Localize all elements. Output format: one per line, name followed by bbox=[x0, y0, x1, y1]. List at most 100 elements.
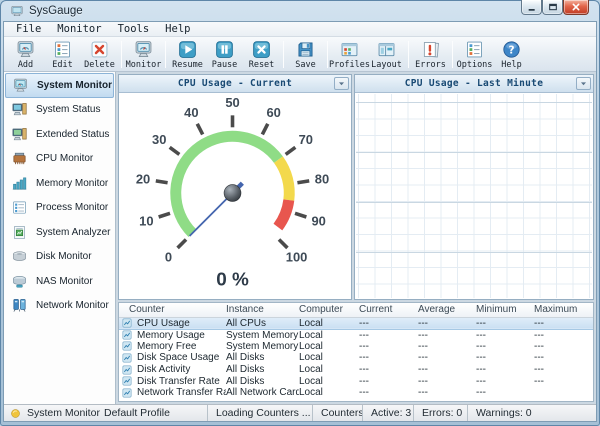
counter-name-cell: Memory Usage bbox=[119, 329, 226, 341]
counter-icon bbox=[122, 341, 132, 351]
maximize-button[interactable] bbox=[542, 0, 563, 15]
toolbar-button-monitor[interactable]: Monitor bbox=[126, 39, 161, 70]
toolbar-button-errors[interactable]: Errors bbox=[413, 39, 448, 70]
column-header-current[interactable]: Current bbox=[359, 303, 418, 317]
main-area: System MonitorSystem StatusExtended Stat… bbox=[4, 72, 596, 404]
sidebar-item-system-monitor[interactable]: System Monitor bbox=[5, 73, 114, 98]
counters-table-panel: CounterInstanceComputerCurrentAverageMin… bbox=[118, 302, 594, 402]
table-cell: --- bbox=[476, 375, 534, 387]
column-header-maximum[interactable]: Maximum bbox=[534, 303, 594, 317]
table-cell: --- bbox=[359, 375, 418, 387]
toolbar-button-layout[interactable]: Layout bbox=[369, 39, 404, 70]
table-cell: Local bbox=[299, 364, 359, 376]
column-header-computer[interactable]: Computer bbox=[299, 303, 359, 317]
cpu-usage-gauge: 01020304050607080901000 % bbox=[119, 93, 351, 299]
toolbar-button-save[interactable]: Save bbox=[288, 39, 323, 70]
table-row-memory-usage[interactable]: Memory UsageSystem MemoryLocal----------… bbox=[119, 329, 594, 341]
minimize-button[interactable] bbox=[521, 0, 542, 15]
network-monitor-icon bbox=[11, 297, 28, 314]
toolbar-button-reset[interactable]: Reset bbox=[244, 39, 279, 70]
disk-monitor-icon bbox=[11, 248, 28, 265]
sidebar-item-extended-status[interactable]: Extended Status bbox=[4, 122, 115, 147]
table-cell: --- bbox=[418, 375, 476, 387]
sidebar-item-label: Process Monitor bbox=[36, 202, 108, 213]
toolbar-button-edit[interactable]: Edit bbox=[45, 39, 80, 70]
sidebar-item-memory-monitor[interactable]: Memory Monitor bbox=[4, 171, 115, 196]
sidebar-item-label: Network Monitor bbox=[36, 300, 109, 311]
sidebar-item-system-analyzer[interactable]: System Analyzer bbox=[4, 220, 115, 245]
menu-item-monitor[interactable]: Monitor bbox=[49, 23, 109, 35]
table-row-memory-free[interactable]: Memory FreeSystem MemoryLocal-----------… bbox=[119, 341, 594, 353]
counter-name-cell: Network Transfer Rate bbox=[119, 387, 226, 399]
table-row-disk-activity[interactable]: Disk ActivityAll DisksLocal------------ bbox=[119, 364, 594, 376]
menu-bar: FileMonitorToolsHelp bbox=[4, 22, 596, 37]
sidebar-item-process-monitor[interactable]: Process Monitor bbox=[4, 196, 115, 221]
sidebar-item-nas-monitor[interactable]: NAS Monitor bbox=[4, 269, 115, 294]
toolbar-button-delete[interactable]: Delete bbox=[82, 39, 117, 70]
toolbar: AddEditDelete Monitor ResumePauseReset Save… bbox=[4, 37, 596, 72]
table-cell: All Disks bbox=[226, 352, 299, 364]
table-cell: --- bbox=[418, 329, 476, 341]
sidebar-item-cpu-monitor[interactable]: CPU Monitor bbox=[4, 147, 115, 172]
counter-icon bbox=[122, 330, 132, 340]
toolbar-button-label: Monitor bbox=[126, 60, 162, 70]
table-cell: --- bbox=[476, 341, 534, 353]
sidebar-item-disk-monitor[interactable]: Disk Monitor bbox=[4, 245, 115, 270]
table-cell: System Memory bbox=[226, 329, 299, 341]
menu-item-file[interactable]: File bbox=[8, 23, 49, 35]
table-cell: --- bbox=[418, 352, 476, 364]
system-status-icon bbox=[11, 101, 28, 118]
chart-panel-menu-button[interactable] bbox=[576, 77, 591, 90]
toolbar-button-options[interactable]: Options bbox=[457, 39, 492, 70]
toolbar-button-profiles[interactable]: Profiles bbox=[332, 39, 367, 70]
table-row-cpu-usage[interactable]: CPU UsageAll CPUsLocal------------ bbox=[119, 317, 594, 329]
toolbar-button-pause[interactable]: Pause bbox=[207, 39, 242, 70]
delete-icon bbox=[89, 39, 110, 60]
toolbar-separator bbox=[283, 41, 284, 68]
sidebar-item-label: System Analyzer bbox=[36, 227, 110, 238]
svg-text:100: 100 bbox=[286, 250, 308, 265]
toolbar-button-label: Help bbox=[501, 60, 521, 70]
nas-monitor-icon bbox=[11, 273, 28, 290]
chart-panel-header: CPU Usage - Last Minute bbox=[355, 75, 593, 93]
status-active: Active: 3 bbox=[362, 405, 413, 421]
table-row-disk-space-usage[interactable]: Disk Space UsageAll DisksLocal----------… bbox=[119, 352, 594, 364]
window-title: SysGauge bbox=[29, 5, 83, 17]
chart-panel-body bbox=[355, 93, 593, 299]
svg-text:10: 10 bbox=[139, 213, 153, 228]
table-cell: --- bbox=[476, 317, 534, 329]
table-row-network-transfer-rate[interactable]: Network Transfer RateAll Network CardsLo… bbox=[119, 387, 594, 399]
table-cell: --- bbox=[418, 317, 476, 329]
column-header-counter[interactable]: Counter bbox=[119, 303, 226, 317]
table-cell: System Memory bbox=[226, 341, 299, 353]
svg-text:80: 80 bbox=[315, 171, 329, 186]
toolbar-button-help[interactable]: ?Help bbox=[494, 39, 529, 70]
menu-item-tools[interactable]: Tools bbox=[110, 23, 158, 35]
table-row-disk-transfer-rate[interactable]: Disk Transfer RateAll DisksLocal--------… bbox=[119, 375, 594, 387]
close-button[interactable] bbox=[563, 0, 589, 15]
column-header-minimum[interactable]: Minimum bbox=[476, 303, 534, 317]
menu-item-help[interactable]: Help bbox=[157, 23, 198, 35]
column-header-average[interactable]: Average bbox=[418, 303, 476, 317]
sidebar-item-network-monitor[interactable]: Network Monitor bbox=[4, 294, 115, 319]
counter-name: Memory Free bbox=[137, 341, 196, 352]
table-cell: Local bbox=[299, 387, 359, 399]
sidebar-item-label: Memory Monitor bbox=[36, 178, 108, 189]
status-ok-icon bbox=[10, 408, 21, 419]
table-cell: --- bbox=[359, 364, 418, 376]
table-cell: --- bbox=[534, 317, 594, 329]
status-text: Errors: 0 bbox=[422, 407, 462, 419]
table-cell: --- bbox=[534, 375, 594, 387]
toolbar-button-resume[interactable]: Resume bbox=[170, 39, 205, 70]
title-bar[interactable]: SysGauge bbox=[3, 1, 597, 21]
sidebar-item-system-status[interactable]: System Status bbox=[4, 98, 115, 123]
chevron-down-icon bbox=[579, 79, 588, 88]
counter-icon bbox=[122, 353, 132, 363]
client-area: FileMonitorToolsHelp AddEditDeleteMonito… bbox=[3, 21, 597, 422]
table-cell: All Disks bbox=[226, 364, 299, 376]
column-header-instance[interactable]: Instance bbox=[226, 303, 299, 317]
status-bar: System MonitorDefault ProfileLoading Cou… bbox=[4, 404, 596, 421]
toolbar-button-add[interactable]: Add bbox=[8, 39, 43, 70]
gauge-panel-menu-button[interactable] bbox=[334, 77, 349, 90]
counter-name: CPU Usage bbox=[137, 318, 190, 329]
